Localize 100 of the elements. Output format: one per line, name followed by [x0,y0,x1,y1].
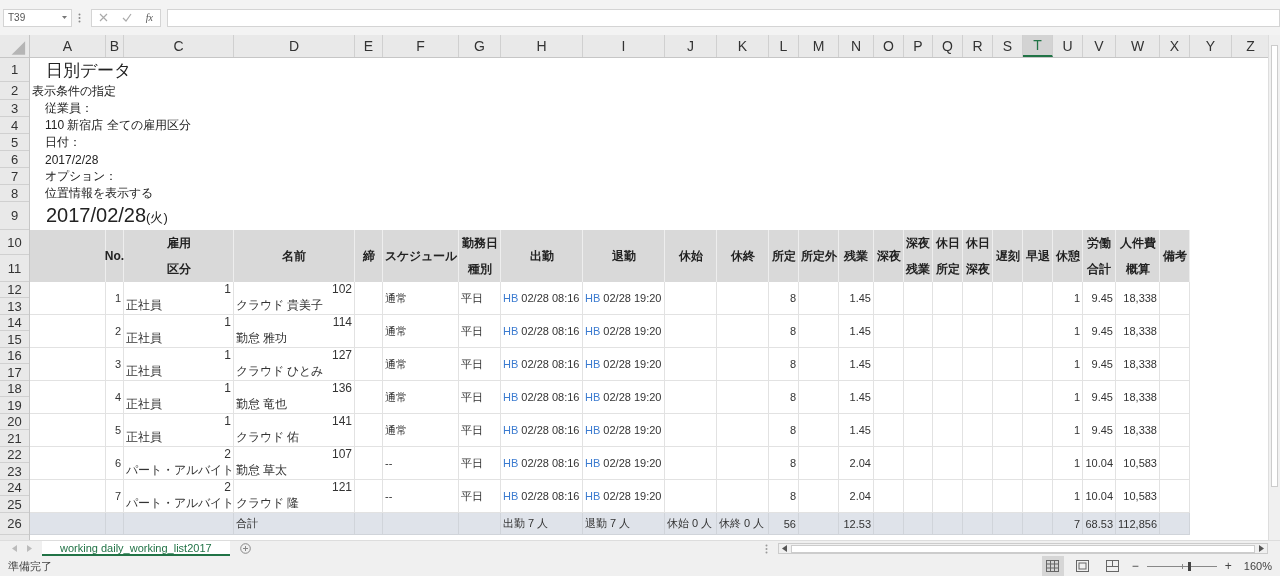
empty-cell [665,282,717,315]
table-cell: 18,338 [1116,381,1160,414]
table-cell: 8 [769,447,799,480]
more-icon [765,543,768,554]
column-letter[interactable]: D [234,35,355,57]
column-letter[interactable]: U [1053,35,1083,57]
total-cell [799,513,839,535]
row-number[interactable]: 16 [0,348,29,364]
employment-type-code: 1 [224,415,231,429]
row-number[interactable]: 18 [0,381,29,397]
sheet-tab[interactable]: working daily_working_list2017 [42,541,230,556]
row-number[interactable]: 2 [0,82,29,100]
name-box[interactable]: T39 [3,8,72,27]
next-sheet-icon[interactable] [27,545,32,552]
table-cell: 8 [769,315,799,348]
empty-cell [799,447,839,480]
empty-cell [717,315,769,348]
row-number[interactable]: 26 [0,513,29,535]
row-number[interactable]: 11 [0,255,29,282]
empty-cell [665,447,717,480]
empty-cell [665,315,717,348]
horizontal-scrollbar[interactable] [778,543,1268,554]
zoom-slider[interactable] [1146,561,1217,571]
column-letter[interactable]: Q [933,35,963,57]
empty-cell [665,348,717,381]
column-letter[interactable]: C [124,35,234,57]
column-letter[interactable]: R [963,35,993,57]
row-number[interactable]: 6 [0,151,29,168]
column-letter[interactable]: B [106,35,124,57]
row-number[interactable]: 8 [0,185,29,202]
table-cell: 1.45 [839,348,874,381]
row-number[interactable]: 24 [0,480,29,496]
row-number[interactable]: 23 [0,463,29,480]
zoom-in-button[interactable]: + [1224,559,1232,573]
row-number[interactable]: 21 [0,430,29,447]
employee-name: 勤怠 雅功 [236,331,289,345]
vertical-scrollbar[interactable] [1268,35,1280,540]
column-letter[interactable]: V [1083,35,1116,57]
table-cell: 8 [769,348,799,381]
table-cell: 通常 [383,414,459,447]
column-letter[interactable]: P [904,35,933,57]
row-number[interactable]: 5 [0,134,29,151]
row-number[interactable]: 9 [0,202,29,230]
empty-cell [963,414,993,447]
row-number[interactable]: 19 [0,397,29,414]
formula-input[interactable] [167,8,1280,27]
row-number[interactable]: 13 [0,298,29,315]
row-number[interactable]: 25 [0,496,29,513]
column-letter[interactable]: H [501,35,583,57]
section-heading: 表示条件の指定 [32,82,116,100]
column-letter[interactable]: X [1160,35,1190,57]
empty-cell [1023,315,1053,348]
column-letter[interactable]: I [583,35,665,57]
table-cell: 1.45 [839,414,874,447]
table-cell: 通常 [383,315,459,348]
row-number[interactable]: 15 [0,331,29,348]
row-number[interactable]: 3 [0,100,29,117]
grid-icon [1046,560,1060,572]
table-header: 早退 [1023,230,1053,282]
table-cell: 1 [1053,381,1083,414]
employee-name: クラウド ひとみ [236,364,325,378]
column-letter[interactable]: T [1023,35,1053,57]
zoom-out-button[interactable]: − [1131,559,1139,573]
checkmark-icon[interactable] [121,13,132,22]
previous-sheet-icon[interactable] [12,545,17,552]
zoom-level[interactable]: 160% [1243,560,1272,572]
empty-cell [993,447,1023,480]
page-break-icon [1106,560,1120,572]
row-number[interactable]: 12 [0,282,29,298]
empty-cell [993,414,1023,447]
column-letter[interactable]: K [717,35,769,57]
row-number[interactable]: 14 [0,315,29,331]
column-letter[interactable]: W [1116,35,1160,57]
add-sheet-icon[interactable] [239,543,251,554]
normal-view-button[interactable] [1041,556,1064,576]
scroll-right-icon[interactable] [1259,545,1264,552]
insert-function-button[interactable]: fx [145,12,153,23]
table-cell: HB 02/28 08:16 [501,381,583,414]
table-cell: 2 [106,315,124,348]
row-number[interactable]: 22 [0,447,29,463]
row-number[interactable]: 17 [0,364,29,381]
total-cell [963,513,993,535]
column-letter[interactable]: O [874,35,904,57]
row-number[interactable]: 1 [0,58,29,82]
row-number[interactable]: 20 [0,414,29,430]
column-letter[interactable]: J [665,35,717,57]
row-number[interactable]: 7 [0,168,29,185]
scroll-left-icon[interactable] [782,545,787,552]
cancel-icon[interactable] [98,13,108,22]
row-number[interactable]: 10 [0,230,29,255]
column-letter[interactable]: M [799,35,839,57]
column-letter[interactable]: Y [1190,35,1232,57]
column-letter[interactable]: F [383,35,459,57]
column-letter[interactable]: A [30,35,106,57]
row-number[interactable]: 4 [0,117,29,134]
column-letter[interactable]: N [839,35,874,57]
column-letter[interactable]: G [459,35,501,57]
table-cell: HB 02/28 19:20 [583,282,665,315]
column-letter[interactable]: L [769,35,799,57]
column-letter[interactable]: E [355,35,383,57]
